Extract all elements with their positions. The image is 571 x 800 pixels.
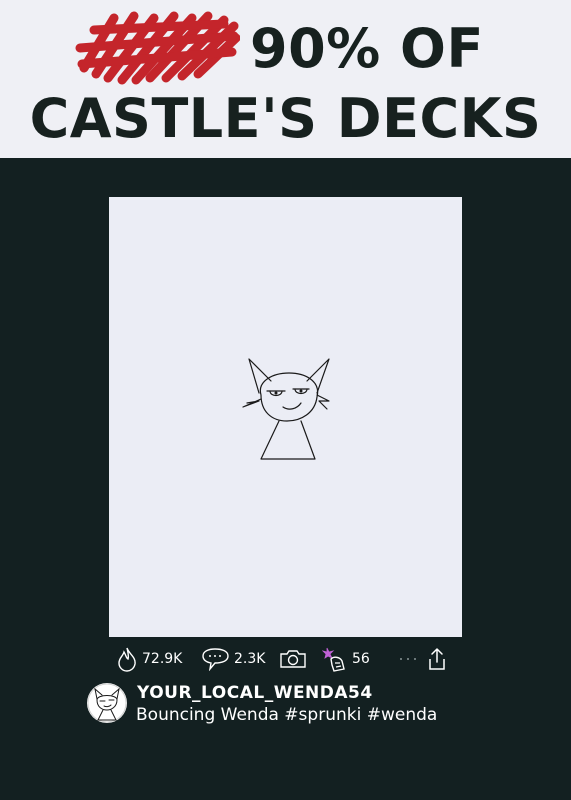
username[interactable]: YOUR_LOCAL_WENDA54 <box>137 683 373 703</box>
comment-button[interactable]: 2.3K <box>200 643 265 675</box>
like-button[interactable]: 72.9K <box>116 643 182 675</box>
more-button[interactable] <box>398 643 418 675</box>
video-frame[interactable] <box>109 197 462 637</box>
avatar-cat-drawing <box>87 683 127 723</box>
more-dots-icon <box>398 654 418 664</box>
like-count: 72.9K <box>142 651 183 667</box>
wenda-drawing <box>242 358 330 460</box>
repost-icon <box>322 645 348 673</box>
title-line-1: 90% OF <box>250 17 484 80</box>
header-banner: 90% OF CASTLE'S DECKS <box>0 0 571 158</box>
title-line-2: CASTLE'S DECKS <box>29 87 542 150</box>
comment-bubble-icon <box>200 647 230 671</box>
repost-button[interactable]: 56 <box>322 643 370 675</box>
share-button[interactable] <box>426 643 448 675</box>
share-icon <box>426 646 448 672</box>
post-caption: Bouncing Wenda #sprunki #wenda <box>136 705 438 725</box>
red-scribble-redaction <box>75 11 240 85</box>
action-bar: 72.9K 2.3K 56 <box>116 643 456 675</box>
camera-button[interactable] <box>278 643 308 675</box>
flame-icon <box>116 646 138 672</box>
avatar[interactable] <box>87 683 127 723</box>
repost-count: 56 <box>352 651 370 667</box>
camera-icon <box>278 648 308 670</box>
comment-count: 2.3K <box>234 651 266 667</box>
